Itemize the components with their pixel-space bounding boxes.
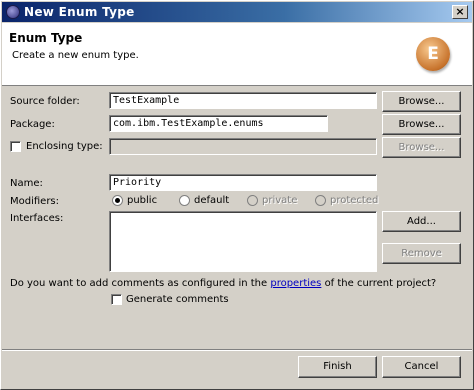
enclosing-type-browse-button[interactable]: Browse...: [382, 137, 461, 158]
properties-link[interactable]: properties: [270, 278, 321, 289]
footer-separator: [2, 349, 472, 351]
dialog-window: New Enum Type × Enum Type Create a new e…: [0, 0, 474, 390]
enclosing-type-field[interactable]: [109, 138, 377, 155]
page-title: Enum Type: [9, 31, 83, 45]
eclipse-icon: [6, 5, 20, 19]
enum-wizard-icon: E: [416, 37, 450, 71]
modifiers-label: Modifiers:: [10, 196, 60, 207]
page-description: Create a new enum type.: [12, 50, 139, 61]
modifier-protected-radio[interactable]: [315, 195, 326, 206]
header-banner: Enum Type Create a new enum type. E: [2, 23, 472, 86]
window-title: New Enum Type: [24, 5, 135, 19]
close-button[interactable]: ×: [452, 5, 468, 19]
modifier-public-label: public: [127, 195, 158, 206]
name-label: Name:: [10, 178, 43, 189]
finish-button[interactable]: Finish: [298, 356, 377, 378]
cancel-button[interactable]: Cancel: [382, 356, 461, 378]
package-label: Package:: [10, 119, 55, 130]
package-field[interactable]: com.ibm.TestExample.enums: [109, 115, 328, 132]
comments-question-prefix: Do you want to add comments as configure…: [10, 278, 268, 289]
enclosing-type-label: Enclosing type:: [26, 141, 103, 152]
generate-comments-label: Generate comments: [126, 294, 229, 305]
modifier-private-label: private: [262, 195, 298, 206]
remove-interface-button[interactable]: Remove: [382, 243, 461, 264]
name-field[interactable]: Priority: [109, 174, 377, 191]
modifier-private-radio[interactable]: [247, 195, 258, 206]
modifier-default-label: default: [194, 195, 230, 206]
modifier-default-radio[interactable]: [179, 195, 190, 206]
enclosing-type-checkbox[interactable]: [10, 141, 21, 152]
source-folder-browse-button[interactable]: Browse...: [382, 91, 461, 112]
comments-question-suffix: of the current project?: [324, 278, 437, 289]
package-browse-button[interactable]: Browse...: [382, 114, 461, 135]
source-folder-label: Source folder:: [10, 96, 80, 107]
comments-question: Do you want to add comments as configure…: [10, 278, 436, 289]
interfaces-label: Interfaces:: [10, 213, 64, 224]
add-interface-button[interactable]: Add...: [382, 211, 461, 232]
modifier-public-radio[interactable]: [112, 195, 123, 206]
source-folder-field[interactable]: TestExample: [109, 92, 377, 109]
title-bar: New Enum Type ×: [2, 2, 472, 22]
generate-comments-checkbox[interactable]: [111, 294, 122, 305]
interfaces-list[interactable]: [109, 211, 377, 272]
modifier-protected-label: protected: [330, 195, 379, 206]
